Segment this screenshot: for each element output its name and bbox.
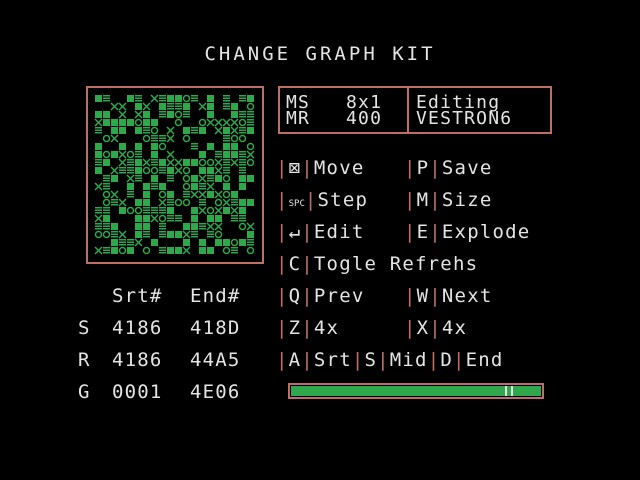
space-key-icon: SPC	[288, 199, 305, 209]
explode-key: E	[416, 221, 430, 243]
row-r-end: 44A5	[190, 349, 241, 371]
srt-label[interactable]: Srt	[314, 349, 352, 371]
row-g-end: 4E06	[190, 381, 241, 403]
progress-fill	[291, 386, 541, 396]
zoom-out-key: X	[416, 317, 430, 339]
move-key-icon: ⊠	[288, 157, 302, 179]
mid-key[interactable]: S	[364, 349, 377, 371]
menu-save[interactable]: |P|Save	[404, 158, 492, 178]
glyph-sheet-image	[94, 94, 255, 255]
move-label: Move	[313, 157, 365, 179]
mid-label[interactable]: Mid	[390, 349, 428, 371]
srt-key[interactable]: A	[289, 349, 302, 371]
row-s-end: 418D	[190, 317, 241, 339]
prev-label: Prev	[313, 285, 365, 307]
row-r-start: 4186	[112, 349, 163, 371]
size-label: Size	[441, 189, 493, 211]
graphics-preview	[86, 86, 264, 264]
edit-label: Edit	[313, 221, 365, 243]
header-start: Srt#	[112, 285, 163, 307]
zoom-out-label: 4x	[441, 317, 468, 339]
menu-next[interactable]: |W|Next	[404, 286, 492, 306]
return-key-icon: ↵	[288, 221, 302, 243]
end-label[interactable]: End	[466, 349, 504, 371]
kit-name: VESTRON6	[416, 108, 513, 129]
menu-prev[interactable]: |Q|Prev	[276, 286, 364, 306]
row-g-label: G	[78, 381, 91, 403]
header-end: End#	[190, 285, 241, 307]
info-panel: MS 8x1 MR 400 Editing VESTRON6	[278, 86, 552, 134]
row-s-label: S	[78, 317, 91, 339]
menu-move[interactable]: |⊠|Move	[276, 158, 364, 178]
zoom-in-label: 4x	[313, 317, 340, 339]
step-label: Step	[317, 189, 369, 211]
info-divider	[407, 88, 409, 132]
menu-explode[interactable]: |E|Explode	[404, 222, 530, 242]
save-key: P	[416, 157, 430, 179]
menu-size[interactable]: |M|Size	[404, 190, 492, 210]
next-label: Next	[441, 285, 493, 307]
explode-label: Explode	[441, 221, 531, 243]
menu-step[interactable]: |SPC|Step	[276, 190, 368, 214]
menu-zoom-out[interactable]: |X|4x	[404, 318, 467, 338]
page-title: CHANGE GRAPH KIT	[204, 43, 436, 65]
zoom-in-key: Z	[288, 317, 302, 339]
menu-zoom-in[interactable]: |Z|4x	[276, 318, 339, 338]
next-key: W	[416, 285, 430, 307]
menu-edit[interactable]: |↵|Edit	[276, 222, 364, 242]
menu-srt-mid-end: |A|Srt|S|Mid|D|End	[276, 349, 504, 371]
progress-marker[interactable]	[505, 386, 513, 396]
mr-value: 400	[346, 108, 383, 129]
togle-label: Togle Refrehs	[313, 253, 479, 275]
togle-key: C	[288, 253, 302, 275]
menu-togle-refresh[interactable]: |C|Togle Refrehs	[276, 254, 478, 274]
memory-progress-bar[interactable]	[288, 383, 544, 399]
size-key: M	[416, 189, 430, 211]
end-key[interactable]: D	[440, 349, 453, 371]
save-label: Save	[441, 157, 493, 179]
row-r-label: R	[78, 349, 91, 371]
row-g-start: 0001	[112, 381, 163, 403]
mr-label: MR	[286, 108, 311, 129]
row-s-start: 4186	[112, 317, 163, 339]
prev-key: Q	[288, 285, 302, 307]
